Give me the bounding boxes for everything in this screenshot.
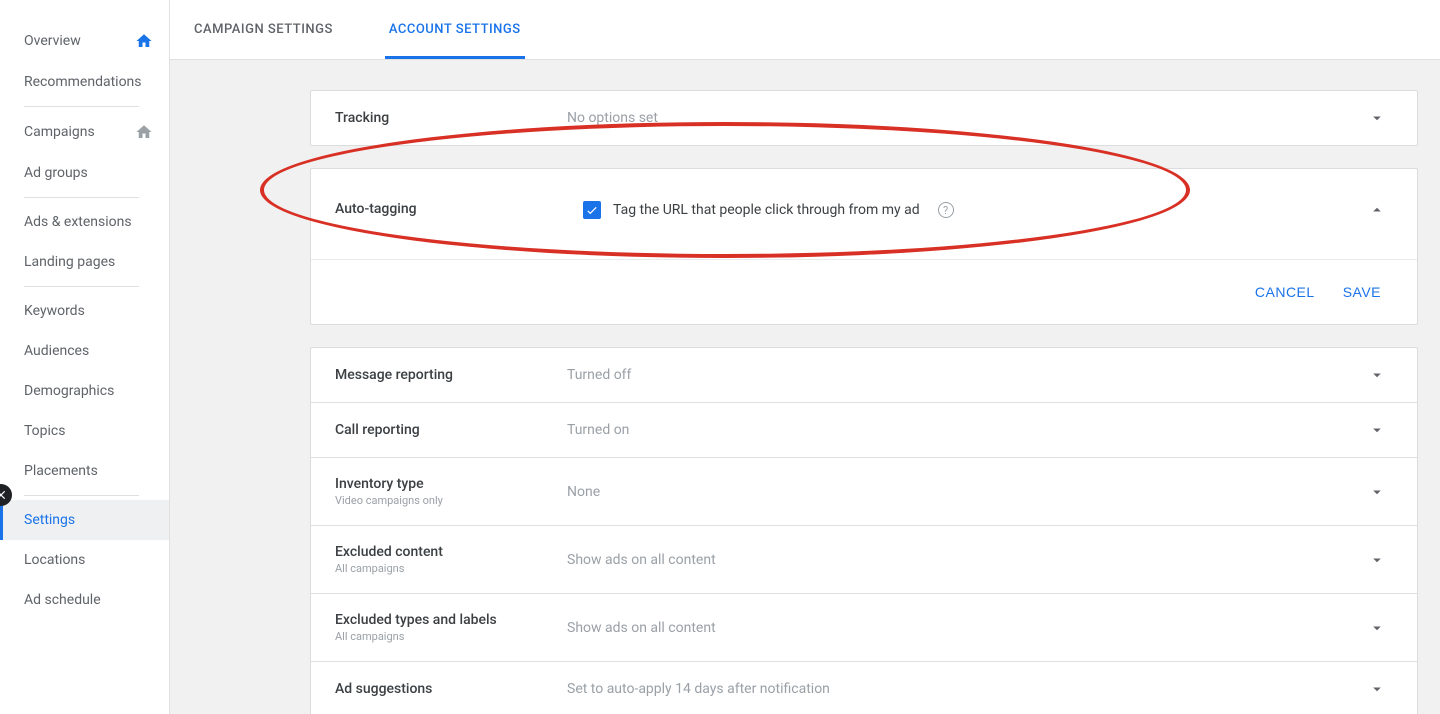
sidebar-item-label: Keywords (24, 303, 85, 319)
sidebar-item-settings[interactable]: Settings (0, 500, 169, 540)
sidebar-item-label: Placements (24, 463, 98, 479)
home-icon (135, 32, 153, 50)
settings-row-inventory-type[interactable]: Inventory type Video campaigns onlyNone (311, 458, 1417, 526)
chevron-down-icon (1361, 421, 1393, 439)
row-label: Ad suggestions (335, 681, 567, 697)
sidebar-item-locations[interactable]: Locations (0, 540, 169, 580)
settings-row-message-reporting[interactable]: Message reportingTurned off (311, 348, 1417, 403)
sidebar-item-label: Audiences (24, 343, 89, 359)
sidebar-item-label: Recommendations (24, 74, 142, 90)
sidebar-item-audiences[interactable]: Audiences (0, 331, 169, 371)
settings-row-excluded-content[interactable]: Excluded content All campaignsShow ads on… (311, 526, 1417, 594)
sidebar-item-label: Campaigns (24, 124, 95, 140)
chevron-down-icon (1361, 366, 1393, 384)
home-icon (135, 123, 153, 141)
help-icon[interactable]: ? (938, 202, 954, 218)
row-sublabel: Video campaigns only (335, 494, 567, 507)
chevron-down-icon (1361, 619, 1393, 637)
sidebar-item-overview[interactable]: Overview (0, 20, 169, 62)
sidebar-item-placements[interactable]: Placements (0, 451, 169, 491)
row-value: Show ads on all content (567, 620, 1361, 636)
row-value: None (567, 484, 1361, 500)
row-label: Excluded types and labels (335, 612, 567, 628)
tabs: CAMPAIGN SETTINGS ACCOUNT SETTINGS (170, 0, 1440, 60)
chevron-down-icon (1361, 551, 1393, 569)
sidebar-item-label: Settings (24, 512, 75, 528)
sidebar-item-label: Ad groups (24, 165, 88, 181)
chevron-down-icon (1361, 680, 1393, 698)
settings-row-ad-suggestions[interactable]: Ad suggestionsSet to auto-apply 14 days … (311, 662, 1417, 714)
sidebar-divider (24, 286, 139, 287)
sidebar-divider (24, 106, 139, 107)
sidebar-item-campaigns[interactable]: Campaigns (0, 111, 169, 153)
row-label: Excluded content (335, 544, 567, 560)
tracking-value: No options set (567, 110, 1361, 126)
main-area: CAMPAIGN SETTINGS ACCOUNT SETTINGS Track… (170, 0, 1440, 714)
row-label: Inventory type (335, 476, 567, 492)
sidebar-item-demographics[interactable]: Demographics (0, 371, 169, 411)
sidebar-item-label: Demographics (24, 383, 114, 399)
sidebar-divider (24, 495, 139, 496)
sidebar-item-ads-extensions[interactable]: Ads & extensions (0, 202, 169, 242)
row-value: Turned on (567, 422, 1361, 438)
tracking-label: Tracking (335, 110, 567, 126)
auto-tagging-label: Auto-tagging (335, 201, 583, 217)
sidebar-item-label: Ads & extensions (24, 214, 132, 230)
sidebar-item-label: Ad schedule (24, 592, 101, 608)
settings-row-excluded-types-and-labels[interactable]: Excluded types and labels All campaignsSh… (311, 594, 1417, 662)
settings-row-call-reporting[interactable]: Call reportingTurned on (311, 403, 1417, 458)
sidebar-item-label: Topics (24, 423, 65, 439)
sidebar-item-label: Landing pages (24, 254, 115, 270)
row-sublabel: All campaigns (335, 630, 567, 643)
tab-campaign-settings[interactable]: CAMPAIGN SETTINGS (190, 0, 337, 59)
row-label: Call reporting (335, 422, 567, 438)
save-button[interactable]: SAVE (1343, 284, 1381, 300)
settings-list: Message reportingTurned offCall reportin… (310, 347, 1418, 714)
sidebar-item-label: Locations (24, 552, 85, 568)
auto-tagging-checkbox[interactable] (583, 201, 601, 219)
tab-account-settings[interactable]: ACCOUNT SETTINGS (385, 0, 525, 59)
chevron-down-icon (1361, 483, 1393, 501)
sidebar-item-topics[interactable]: Topics (0, 411, 169, 451)
auto-tagging-checkbox-label: Tag the URL that people click through fr… (613, 202, 920, 218)
row-value: Set to auto-apply 14 days after notifica… (567, 681, 1361, 697)
chevron-up-icon[interactable] (1368, 201, 1386, 219)
cancel-button[interactable]: CANCEL (1255, 284, 1315, 300)
sidebar-divider (24, 197, 139, 198)
sidebar-item-label: Overview (24, 33, 81, 49)
sidebar-item-landing-pages[interactable]: Landing pages (0, 242, 169, 282)
row-label: Message reporting (335, 367, 567, 383)
row-sublabel: All campaigns (335, 562, 567, 575)
row-value: Turned off (567, 367, 1361, 383)
sidebar-item-keywords[interactable]: Keywords (0, 291, 169, 331)
sidebar-item-ad-groups[interactable]: Ad groups (0, 153, 169, 193)
sidebar-item-ad-schedule[interactable]: Ad schedule (0, 580, 169, 620)
row-value: Show ads on all content (567, 552, 1361, 568)
sidebar-item-recommendations[interactable]: Recommendations (0, 62, 169, 102)
auto-tagging-card: Auto-tagging Tag the URL that people cli… (310, 168, 1418, 325)
sidebar: Overview Recommendations Campaigns Ad group… (0, 0, 170, 714)
chevron-down-icon (1368, 109, 1386, 127)
action-bar: CANCEL SAVE (311, 259, 1417, 324)
tracking-card[interactable]: Tracking No options set (310, 90, 1418, 146)
